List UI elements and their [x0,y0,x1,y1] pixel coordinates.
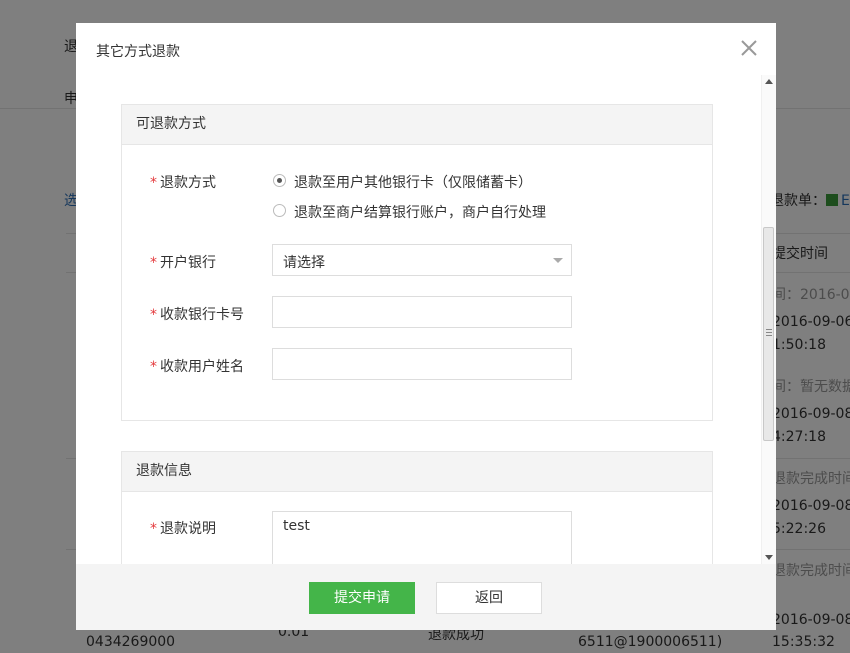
grip-icon [766,329,772,330]
desc-label: * 退款说明 [150,521,216,537]
scroll-up-icon[interactable] [765,79,773,84]
required-mark: * [150,359,157,375]
user-name-input[interactable] [272,348,572,380]
modal-body: 可退款方式 * 退款方式 退款至用户其他银行卡（仅限储蓄卡） 退款至商户结算银行账… [76,75,762,564]
bank-select-value: 请选择 [283,255,325,271]
section-heading: 退款信息 [122,452,712,492]
scroll-down-icon[interactable] [765,555,773,560]
bank-label: * 开户银行 [150,255,216,271]
chevron-down-icon [553,258,563,263]
required-mark: * [150,307,157,323]
user-name-label: * 收款用户姓名 [150,359,244,375]
required-mark: * [150,255,157,271]
radio-label-merchant-account[interactable]: 退款至商户结算银行账户，商户自行处理 [294,202,546,222]
close-icon[interactable] [738,37,760,59]
modal-footer: 提交申请 返回 [76,564,776,630]
refund-method-label: * 退款方式 [150,175,216,191]
modal-header: 其它方式退款 [76,23,776,75]
back-button[interactable]: 返回 [436,582,542,614]
required-mark: * [150,175,157,191]
desc-textarea[interactable]: test [272,511,572,564]
radio-merchant-account[interactable] [273,204,286,217]
required-mark: * [150,521,157,537]
scroll-thumb[interactable] [763,227,774,441]
modal-scrollbar[interactable] [761,75,776,564]
modal-title: 其它方式退款 [96,44,180,60]
refund-modal: 其它方式退款 可退款方式 * 退款方式 退款至用户其他银行卡（仅限储蓄卡） 退款至… [76,23,776,630]
radio-other-bank-card[interactable] [273,174,286,187]
card-no-label: * 收款银行卡号 [150,307,244,323]
section-heading: 可退款方式 [122,105,712,145]
radio-label-other-bank-card[interactable]: 退款至用户其他银行卡（仅限储蓄卡） [294,172,532,192]
bank-select[interactable]: 请选择 [272,244,572,276]
submit-button[interactable]: 提交申请 [309,582,415,614]
card-no-input[interactable] [272,296,572,328]
